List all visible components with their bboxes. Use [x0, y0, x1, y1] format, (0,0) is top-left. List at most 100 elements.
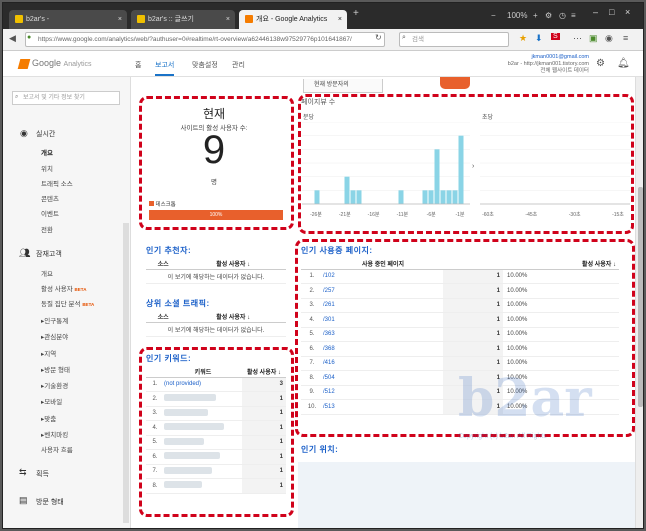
- main-scrollbar[interactable]: [635, 77, 643, 528]
- scroll-top-button[interactable]: [440, 77, 470, 89]
- annotation-box: [139, 347, 294, 517]
- sidebar-section-realtime[interactable]: 실시간: [36, 129, 55, 139]
- sidebar-section-audience[interactable]: 잠재고객: [36, 249, 62, 259]
- acquisition-icon: ⇆: [19, 467, 27, 477]
- back-arrow-icon[interactable]: ◀: [9, 33, 16, 44]
- tab-b2ar-home[interactable]: b2ar's - ×: [9, 10, 127, 29]
- col-label: 활성 사용자: [216, 261, 246, 268]
- sidebar-section-acquisition[interactable]: 획득: [36, 469, 49, 479]
- sidebar-item-users-flow[interactable]: 사용자 흐름: [41, 444, 73, 454]
- watermark-text: b2ar: [458, 368, 592, 429]
- extension-green-icon[interactable]: ▣: [589, 33, 598, 44]
- search-placeholder: 검색: [412, 36, 424, 43]
- chat-icon[interactable]: ◉: [605, 33, 613, 44]
- watermark-logo: b2ar: [458, 368, 638, 429]
- sidebar-item-label: 동질 집단 분석: [41, 301, 81, 308]
- col-active-users[interactable]: 활성 사용자 ↓: [180, 258, 286, 270]
- address-input[interactable]: https://www.google.com/analytics/web/?au…: [25, 32, 385, 47]
- sidebar-item-interests[interactable]: ▸관심분야: [41, 331, 68, 341]
- tab-label: b2ar's :: 글쓰기: [148, 16, 194, 23]
- beta-badge: BETA: [82, 302, 95, 307]
- col-active-users[interactable]: 활성 사용자 ↓: [180, 311, 286, 323]
- analytics-header: Google Analytics 홈 보고서 맞춤설정 관리 jkman0001…: [3, 51, 643, 77]
- logo-subtext: Analytics: [63, 61, 92, 68]
- empty-message: 이 보기에 해당하는 데이터가 없습니다.: [146, 322, 286, 337]
- minus-zoom-icon[interactable]: −: [491, 11, 496, 20]
- sidebar-item-mobile[interactable]: ▸모바일: [41, 396, 62, 406]
- nav-home[interactable]: 홈: [135, 60, 141, 70]
- clock-icon[interactable]: ◷: [559, 11, 566, 20]
- tab-bar: b2ar's - × b2ar's :: 글쓰기 × 개요 - Google Ana…: [3, 3, 643, 29]
- notification-bell-icon[interactable]: 🔔︎: [617, 58, 630, 69]
- sidebar-item-geo[interactable]: ▸지역: [41, 348, 56, 358]
- zoom-level: 100%: [507, 11, 528, 20]
- settings-gear-icon[interactable]: ⚙: [596, 58, 605, 69]
- tab-label: b2ar's -: [26, 16, 50, 23]
- visitor-segment-label: 현재 방문자의: [314, 82, 349, 88]
- sidebar-item-realtime-content[interactable]: 콘텐츠: [41, 193, 59, 203]
- extension-s-icon[interactable]: S: [551, 33, 560, 40]
- tab-label: 개요 - Google Analytics: [256, 16, 328, 23]
- plus-zoom-icon[interactable]: +: [533, 11, 538, 20]
- sidebar-item-cohort[interactable]: 동질 집단 분석 BETA: [41, 298, 94, 308]
- minimize-icon[interactable]: –: [593, 7, 598, 17]
- sidebar-item-realtime-conversions[interactable]: 전환: [41, 224, 53, 234]
- report-search-placeholder: 보고서 및 기타 정보 찾기: [23, 95, 85, 101]
- sidebar-item-benchmarking[interactable]: ▸벤치마킹: [41, 429, 68, 439]
- sidebar-scrollbar[interactable]: [123, 223, 129, 523]
- reload-icon[interactable]: ↻: [375, 33, 382, 42]
- sidebar-item-audience-overview[interactable]: 개요: [41, 268, 53, 278]
- sidebar-item-behavior[interactable]: ▸방문 형태: [41, 364, 70, 374]
- close-icon[interactable]: ×: [226, 10, 230, 29]
- sidebar-item-label: 활성 사용자: [41, 286, 73, 293]
- nav-reports[interactable]: 보고서: [155, 60, 175, 76]
- navigation-bar: ◀ https://www.google.com/analytics/web/?…: [3, 29, 643, 51]
- sidebar-item-technology[interactable]: ▸기술환경: [41, 380, 68, 390]
- top-locations-title: 인기 위치:: [301, 445, 339, 454]
- search-input[interactable]: 검색: [399, 32, 509, 47]
- watermark-copyright: Copyright (c) b2ar. All Rights: [458, 433, 547, 440]
- audience-people-icon: 👥︎: [19, 248, 31, 258]
- logo-text: Google: [32, 58, 62, 68]
- nav-customization[interactable]: 맞춤설정: [192, 60, 218, 70]
- tab-b2ar-write[interactable]: b2ar's :: 글쓰기 ×: [131, 10, 235, 29]
- annotation-box: [298, 94, 634, 234]
- sidebar-item-active-users[interactable]: 활성 사용자 BETA: [41, 283, 86, 293]
- gear-icon[interactable]: ⚙: [545, 11, 552, 20]
- sidebar-item-demographics[interactable]: ▸인구통계: [41, 315, 68, 325]
- annotation-box: [139, 96, 294, 230]
- download-icon[interactable]: ⬇: [535, 33, 543, 44]
- scrollbar-thumb[interactable]: [638, 187, 643, 407]
- search-icon: ⌕: [402, 34, 406, 41]
- new-tab-button[interactable]: +: [353, 8, 359, 19]
- lock-icon: ●: [27, 34, 32, 41]
- sidebar-item-realtime-locations[interactable]: 위치: [41, 163, 53, 173]
- sidebar-item-realtime-overview[interactable]: 개요: [41, 147, 53, 157]
- google-analytics-logo[interactable]: Google Analytics: [17, 58, 92, 69]
- account-switcher[interactable]: jkman0001@gmail.com b2ar - http://jkman0…: [508, 54, 589, 75]
- tab-google-analytics[interactable]: 개요 - Google Analytics ×: [239, 10, 347, 29]
- behavior-icon: ▤: [19, 495, 28, 505]
- sidebar-item-custom[interactable]: ▸맞춤: [41, 413, 56, 423]
- col-source[interactable]: 소스: [146, 258, 181, 270]
- top-referrals-title: 인기 추천자:: [146, 246, 192, 255]
- browser-window: b2ar's - × b2ar's :: 글쓰기 × 개요 - Google Ana…: [2, 2, 644, 529]
- col-source[interactable]: 소스: [146, 311, 181, 323]
- list-icon[interactable]: ≡: [571, 11, 576, 20]
- close-icon[interactable]: ×: [118, 10, 122, 29]
- close-icon[interactable]: ×: [338, 10, 342, 29]
- star-icon[interactable]: ★: [519, 33, 527, 44]
- analytics-logo-icon: [17, 58, 31, 69]
- sidebar-item-realtime-events[interactable]: 이벤트: [41, 208, 59, 218]
- hamburger-menu-icon[interactable]: ≡: [623, 33, 628, 43]
- maximize-icon[interactable]: □: [609, 7, 614, 17]
- visitor-segment-tab[interactable]: 현재 방문자의: [303, 79, 383, 93]
- close-window-icon[interactable]: ×: [625, 7, 630, 17]
- sidebar-section-behavior[interactable]: 방문 형태: [36, 497, 64, 507]
- sidebar-item-realtime-traffic[interactable]: 트래픽 소스: [41, 178, 73, 188]
- nav-admin[interactable]: 관리: [232, 60, 245, 70]
- locations-map[interactable]: [298, 462, 635, 528]
- menu-dots-icon[interactable]: ⋯: [573, 33, 582, 44]
- report-search-input[interactable]: 보고서 및 기타 정보 찾기: [12, 91, 120, 105]
- top-social-title: 상위 소셜 트래픽:: [146, 299, 210, 308]
